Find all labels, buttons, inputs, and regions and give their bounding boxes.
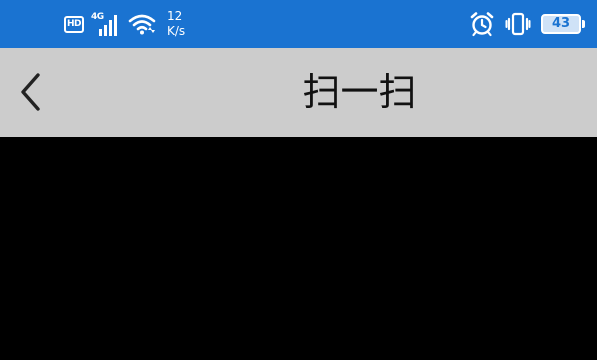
speed-value: 12 [167, 9, 183, 23]
hd-label: HD [66, 18, 82, 29]
status-bar-right: 43 [469, 8, 585, 40]
hd-icon: HD [64, 15, 84, 33]
vibrate-icon [505, 12, 531, 36]
back-button[interactable] [18, 68, 66, 116]
status-bar: HD 4G 12 K/s 43 [0, 0, 597, 48]
battery-icon: 43 [541, 14, 585, 34]
network-speed: 12 K/s [167, 9, 185, 39]
title-bar: 扫一扫 [0, 48, 597, 137]
chevron-left-icon [21, 73, 40, 111]
page-title: 扫一扫 [302, 70, 417, 114]
speed-unit: K/s [167, 24, 186, 38]
alarm-icon [470, 12, 494, 37]
camera-preview[interactable] [0, 137, 597, 360]
wifi-icon [128, 14, 156, 35]
status-bar-left: HD 4G 12 K/s [64, 6, 185, 42]
signal-icon: 4G [91, 12, 121, 36]
battery-level: 43 [551, 16, 571, 31]
